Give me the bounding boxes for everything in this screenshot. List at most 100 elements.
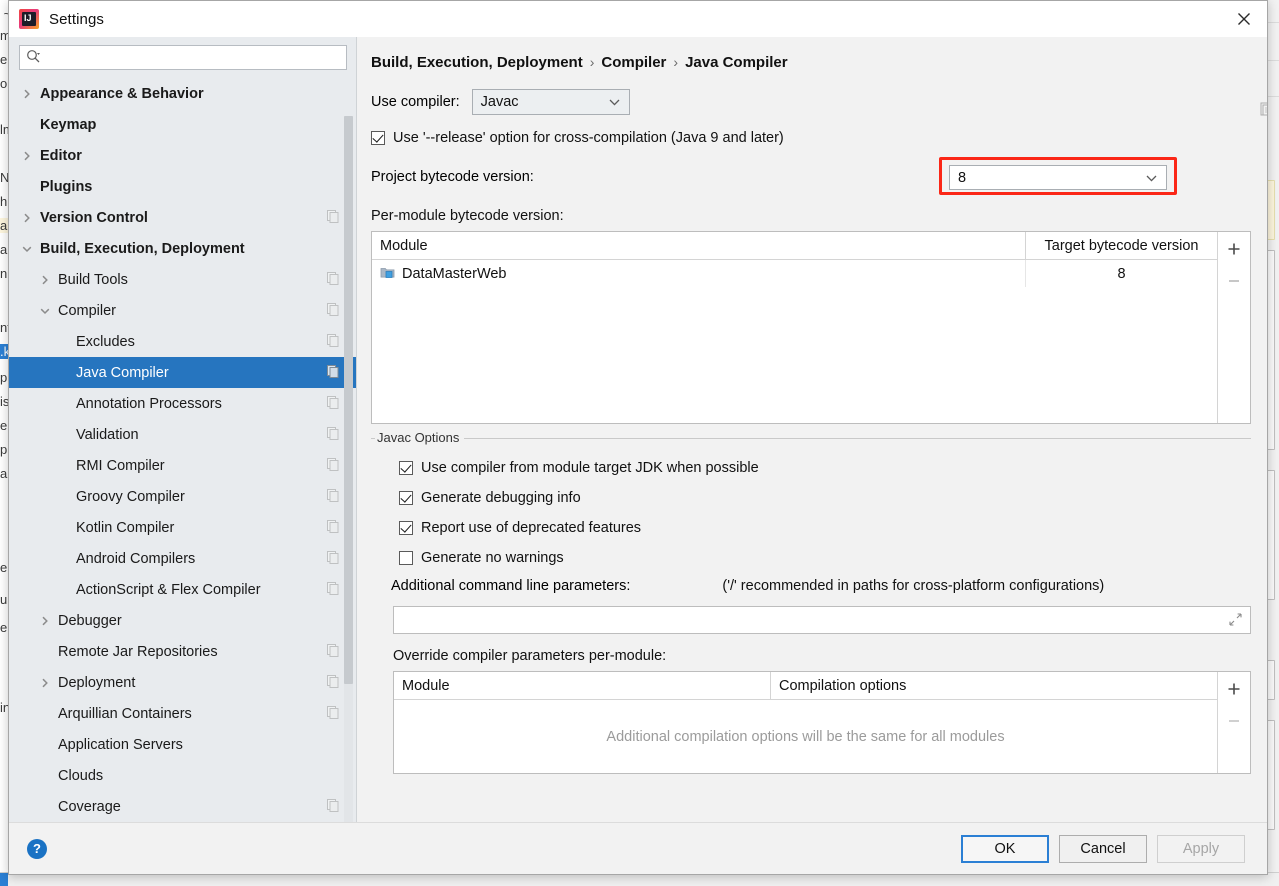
sidebar-item-android-compilers[interactable]: Android Compilers <box>9 543 357 574</box>
chevron-right-icon[interactable] <box>19 86 35 102</box>
copy-settings-icon[interactable] <box>327 643 339 660</box>
add-override-button[interactable] <box>1222 677 1246 701</box>
sidebar-item-application-servers[interactable]: Application Servers <box>9 729 357 760</box>
sidebar-item-label: Version Control <box>40 209 148 226</box>
search-box[interactable] <box>19 45 347 70</box>
chevron-right-icon[interactable] <box>19 210 35 226</box>
sidebar-item-excludes[interactable]: Excludes <box>9 326 357 357</box>
ok-button[interactable]: OK <box>961 834 1049 863</box>
sidebar-item-kotlin-compiler[interactable]: Kotlin Compiler <box>9 512 357 543</box>
project-bytecode-select[interactable]: 8 <box>949 165 1167 190</box>
report-deprecated-label: Report use of deprecated features <box>421 520 642 536</box>
javac-option-row[interactable]: Report use of deprecated features <box>371 513 1251 543</box>
sidebar-item-build-execution-deployment[interactable]: Build, Execution, Deployment <box>9 233 357 264</box>
chevron-right-icon[interactable] <box>37 272 53 288</box>
copy-settings-icon[interactable] <box>327 519 339 536</box>
sidebar-scrollbar-track[interactable] <box>344 116 353 822</box>
table-row[interactable]: DataMasterWeb 8 <box>372 260 1217 287</box>
sidebar-item-clouds[interactable]: Clouds <box>9 760 357 791</box>
generate-no-warnings-checkbox[interactable] <box>399 551 413 565</box>
column-header-compilation-options[interactable]: Compilation options <box>770 672 1217 699</box>
remove-module-button[interactable] <box>1222 269 1246 293</box>
sidebar-item-debugger[interactable]: Debugger <box>9 605 357 636</box>
breadcrumb-part-2[interactable]: Compiler <box>601 54 666 71</box>
additional-params-input[interactable] <box>394 607 1250 633</box>
copy-settings-icon[interactable] <box>327 674 339 691</box>
additional-params-hint: ('/' recommended in paths for cross-plat… <box>722 578 1105 594</box>
search-icon <box>26 49 41 67</box>
copy-settings-icon[interactable] <box>327 488 339 505</box>
column-header-target-bytecode[interactable]: Target bytecode version <box>1025 232 1217 259</box>
search-input[interactable] <box>43 47 340 68</box>
cancel-button[interactable]: Cancel <box>1059 834 1147 863</box>
sidebar-item-annotation-processors[interactable]: Annotation Processors <box>9 388 357 419</box>
copy-settings-icon[interactable] <box>327 705 339 722</box>
copy-settings-icon[interactable] <box>327 395 339 412</box>
sidebar-item-groovy-compiler[interactable]: Groovy Compiler <box>9 481 357 512</box>
sidebar-item-coverage[interactable]: Coverage <box>9 791 357 822</box>
sidebar-scrollbar-thumb[interactable] <box>344 116 353 684</box>
column-header-module[interactable]: Module <box>394 672 770 699</box>
release-option-row[interactable]: Use '--release' option for cross-compila… <box>371 128 1251 148</box>
copy-settings-icon[interactable] <box>327 457 339 474</box>
copy-settings-icon[interactable] <box>327 581 339 598</box>
copy-settings-icon[interactable] <box>327 798 339 815</box>
sidebar-item-deployment[interactable]: Deployment <box>9 667 357 698</box>
report-deprecated-checkbox[interactable] <box>399 521 413 535</box>
javac-option-row[interactable]: Generate no warnings <box>371 543 1251 573</box>
sidebar-item-editor[interactable]: Editor <box>9 140 357 171</box>
copy-settings-icon[interactable] <box>327 209 339 226</box>
column-header-module[interactable]: Module <box>372 232 1025 259</box>
generate-debugging-info-checkbox[interactable] <box>399 491 413 505</box>
additional-params-row: Additional command line parameters: ('/'… <box>371 574 1251 598</box>
sidebar-item-label: Build Tools <box>58 271 128 288</box>
copy-settings-icon[interactable] <box>327 364 339 381</box>
copy-settings-icon[interactable] <box>327 426 339 443</box>
breadcrumb-part-1[interactable]: Build, Execution, Deployment <box>371 54 583 71</box>
sidebar-item-version-control[interactable]: Version Control <box>9 202 357 233</box>
chevron-right-icon[interactable] <box>37 675 53 691</box>
copy-settings-icon[interactable] <box>327 271 339 288</box>
release-option-checkbox[interactable] <box>371 131 385 145</box>
chevron-down-icon[interactable] <box>37 303 53 319</box>
copy-settings-icon[interactable] <box>327 302 339 319</box>
override-table-empty-message: Additional compilation options will be t… <box>606 728 1005 745</box>
sidebar-item-validation[interactable]: Validation <box>9 419 357 450</box>
sidebar-item-build-tools[interactable]: Build Tools <box>9 264 357 295</box>
chevron-down-icon[interactable] <box>19 241 35 257</box>
remove-override-button[interactable] <box>1222 709 1246 733</box>
sidebar-item-rmi-compiler[interactable]: RMI Compiler <box>9 450 357 481</box>
sidebar-item-arquillian-containers[interactable]: Arquillian Containers <box>9 698 357 729</box>
javac-options-group: Javac Options Use compiler from module t… <box>371 430 1251 774</box>
use-compiler-select[interactable]: Javac <box>471 89 630 115</box>
sidebar-item-keymap[interactable]: Keymap <box>9 109 357 140</box>
sidebar-item-appearance-behavior[interactable]: Appearance & Behavior <box>9 78 357 109</box>
cell-target-bytecode[interactable]: 8 <box>1025 260 1217 287</box>
chevron-right-icon[interactable] <box>37 613 53 629</box>
copy-settings-icon[interactable] <box>327 550 339 567</box>
sidebar-item-compiler[interactable]: Compiler <box>9 295 357 326</box>
copy-settings-icon[interactable] <box>327 333 339 350</box>
chevron-right-icon[interactable] <box>19 148 35 164</box>
close-icon[interactable] <box>1221 1 1267 37</box>
sidebar-item-plugins[interactable]: Plugins <box>9 171 357 202</box>
sidebar-item-label: Java Compiler <box>76 364 169 381</box>
sidebar-item-label: Application Servers <box>58 736 183 753</box>
sidebar-item-label: Excludes <box>76 333 135 350</box>
use-module-jdk-compiler-checkbox[interactable] <box>399 461 413 475</box>
sidebar-item-java-compiler[interactable]: Java Compiler <box>9 357 357 388</box>
add-module-button[interactable] <box>1222 237 1246 261</box>
sidebar-item-remote-jar-repositories[interactable]: Remote Jar Repositories <box>9 636 357 667</box>
javac-option-row[interactable]: Generate debugging info <box>371 483 1251 513</box>
help-icon[interactable]: ? <box>27 838 47 859</box>
javac-option-row[interactable]: Use compiler from module target JDK when… <box>371 453 1251 483</box>
expand-icon[interactable] <box>1229 613 1242 629</box>
per-module-bytecode-table: Module Target bytecode version DataMaste… <box>371 231 1251 424</box>
sidebar-item-actionscript-flex-compiler[interactable]: ActionScript & Flex Compiler <box>9 574 357 605</box>
additional-params-field[interactable] <box>393 606 1251 634</box>
